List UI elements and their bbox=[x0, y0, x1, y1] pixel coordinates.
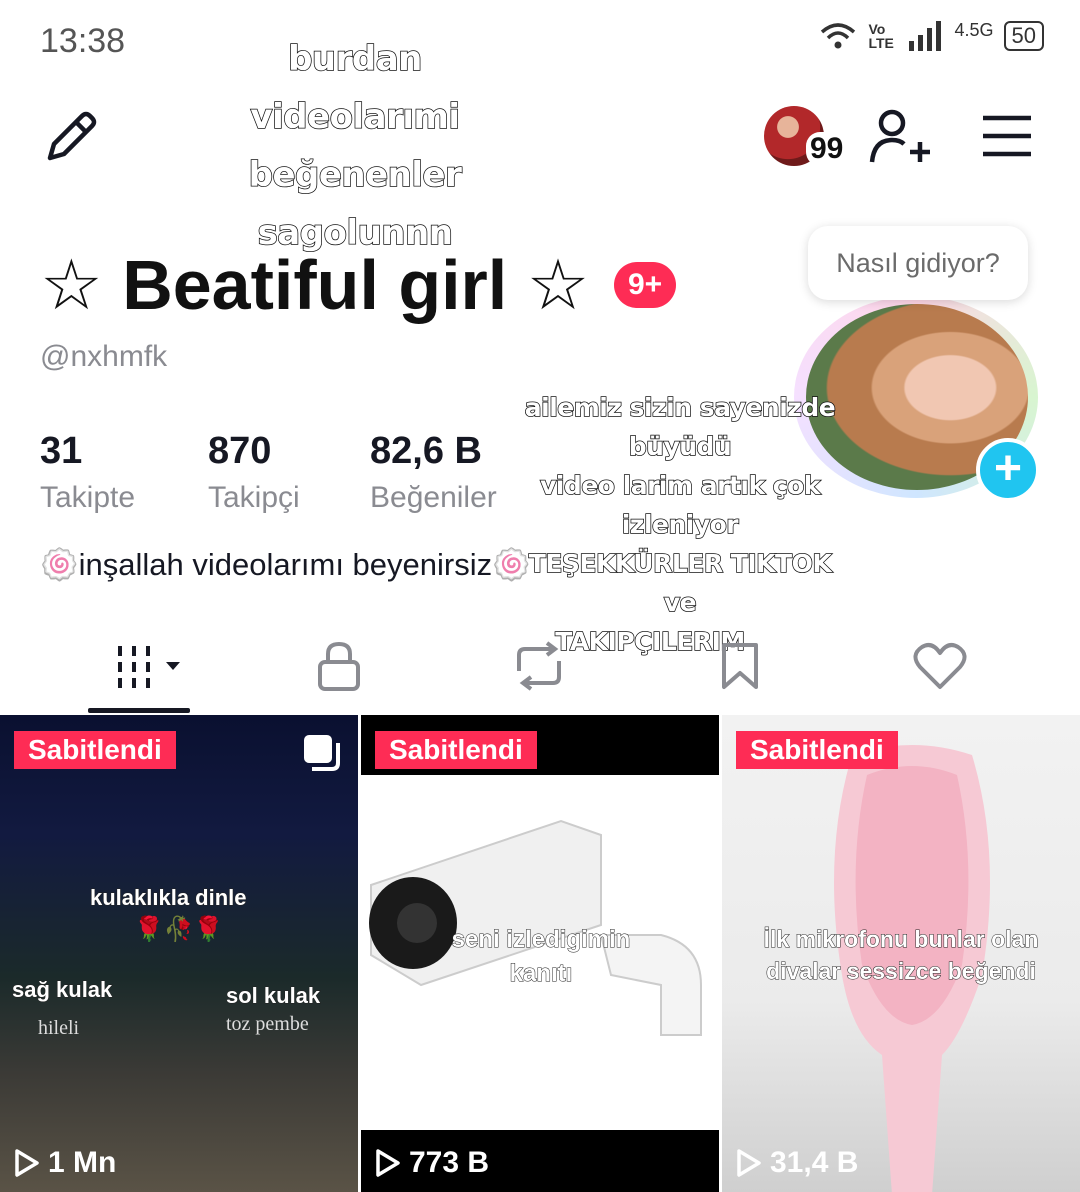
video-caption: kulaklıkla dinle bbox=[90, 885, 248, 911]
notification-badge[interactable]: 9+ bbox=[614, 262, 677, 308]
profile-bio: 🍥inşallah videolarımı beyenirsiz🍥 bbox=[40, 547, 531, 582]
view-count-text: 31,4 B bbox=[770, 1146, 859, 1179]
video-caption-line: İlk mikrofonu bunlar olan bbox=[763, 926, 1039, 953]
pinned-badge: Sabitlendi bbox=[14, 731, 176, 769]
overlay-top-line: videolarımi beğenenler bbox=[248, 96, 463, 196]
play-icon bbox=[376, 1149, 400, 1177]
pinned-badge: Sabitlendi bbox=[736, 731, 898, 769]
video-right-sub: toz pembe bbox=[226, 1013, 309, 1035]
hamburger-menu-icon bbox=[983, 115, 1031, 157]
video-caption: seni izledigimin kanıtı bbox=[421, 923, 661, 991]
view-count-text: 1 Mn bbox=[48, 1146, 117, 1179]
video-emoji: 🌹🥀🌹 bbox=[134, 916, 224, 943]
overlay-mid-line: TEŞEKKÜRLER TIKTOK bbox=[528, 548, 832, 579]
add-story-button[interactable]: + bbox=[976, 438, 1040, 502]
active-tab-indicator bbox=[88, 708, 190, 713]
friends-count: 99 bbox=[806, 132, 848, 166]
overlay-mid-line: ve bbox=[663, 587, 697, 618]
overlay-mid-line: video larim artık çok izleniyor bbox=[539, 470, 821, 540]
view-count-text: 773 B bbox=[409, 1146, 490, 1179]
grid-icon bbox=[118, 646, 180, 688]
play-icon bbox=[15, 1149, 39, 1177]
video-caption-line: divalar sessizce beğendi bbox=[766, 958, 1037, 985]
video-left-sub: hileli bbox=[38, 1017, 80, 1039]
stat-value: 82,6 B bbox=[370, 430, 482, 472]
heart-icon bbox=[913, 643, 967, 689]
network-label: 4.5G bbox=[954, 20, 994, 40]
view-count: 773 B bbox=[375, 1146, 489, 1180]
play-icon bbox=[737, 1149, 761, 1177]
battery-indicator: 50 bbox=[1003, 21, 1044, 51]
bookmark-icon bbox=[722, 643, 758, 689]
stat-label: Takipte bbox=[40, 481, 136, 514]
wifi-icon bbox=[821, 23, 856, 49]
plus-icon: + bbox=[993, 442, 1023, 495]
stat-followers[interactable]: 870 Takipçi bbox=[208, 430, 300, 515]
menu-button[interactable] bbox=[980, 112, 1034, 160]
video-right-label: sol kulak bbox=[225, 983, 321, 1009]
overlay-mid-line: TAKIPÇILERIM bbox=[554, 626, 746, 657]
tab-videos[interactable] bbox=[104, 634, 188, 698]
repost-icon bbox=[517, 641, 561, 691]
video-left-label: sağ kulak bbox=[11, 977, 113, 1003]
add-user-icon bbox=[869, 109, 930, 163]
overlay-caption-top: burdan videolarımi beğenenler sagolunnn bbox=[140, 30, 570, 262]
status-bubble[interactable]: Nasıl gidiyor? bbox=[808, 226, 1028, 300]
pencil-icon bbox=[47, 111, 97, 161]
signal-icon bbox=[909, 21, 942, 51]
multi-photo-icon bbox=[304, 735, 340, 771]
profile-name: ☆ Beatiful girl ☆ bbox=[40, 246, 590, 324]
stat-label: Beğeniler bbox=[370, 481, 497, 514]
video-caption-line: seni izledigimin bbox=[451, 926, 631, 954]
edit-profile-button[interactable] bbox=[40, 104, 104, 168]
add-friend-button[interactable] bbox=[866, 106, 932, 168]
video-tile[interactable]: Sabitlendi İlk mikrofonu bunlar olan div… bbox=[722, 715, 1080, 1192]
video-tile[interactable]: Sabitlendi seni izledigimin kanıtı 773 B bbox=[361, 715, 719, 1192]
tab-favorites[interactable] bbox=[714, 634, 766, 698]
tab-liked[interactable] bbox=[910, 634, 970, 698]
tab-reposts[interactable] bbox=[508, 634, 570, 698]
view-count: 31,4 B bbox=[736, 1146, 858, 1180]
pinned-badge: Sabitlendi bbox=[375, 731, 537, 769]
volte-label: Vo LTE bbox=[868, 21, 894, 51]
video-tile[interactable]: Sabitlendi kulaklıkla dinle 🌹🥀🌹 sağ kula… bbox=[0, 715, 358, 1192]
status-icons: Vo LTE 4.5G 50 bbox=[818, 20, 1044, 52]
view-count: 1 Mn bbox=[14, 1146, 116, 1180]
lock-icon bbox=[318, 641, 360, 691]
stat-label: Takipçi bbox=[208, 481, 300, 514]
stat-likes[interactable]: 82,6 B Beğeniler bbox=[370, 430, 497, 515]
video-caption-line: kanıtı bbox=[509, 960, 573, 988]
stat-value: 870 bbox=[208, 430, 272, 472]
overlay-mid-line: ailemiz sizin sayenizde büyüdü bbox=[524, 392, 836, 462]
stat-value: 31 bbox=[40, 430, 83, 472]
username: @nxhmfk bbox=[40, 340, 168, 373]
tab-private[interactable] bbox=[308, 634, 370, 698]
status-time: 13:38 bbox=[40, 22, 126, 60]
stat-following[interactable]: 31 Takipte bbox=[40, 430, 135, 515]
overlay-caption-middle: ailemiz sizin sayenizde büyüdü video lar… bbox=[480, 388, 880, 661]
video-caption: İlk mikrofonu bunlar olan divalar sessiz… bbox=[736, 923, 1066, 987]
overlay-top-line: burdan bbox=[287, 38, 423, 80]
